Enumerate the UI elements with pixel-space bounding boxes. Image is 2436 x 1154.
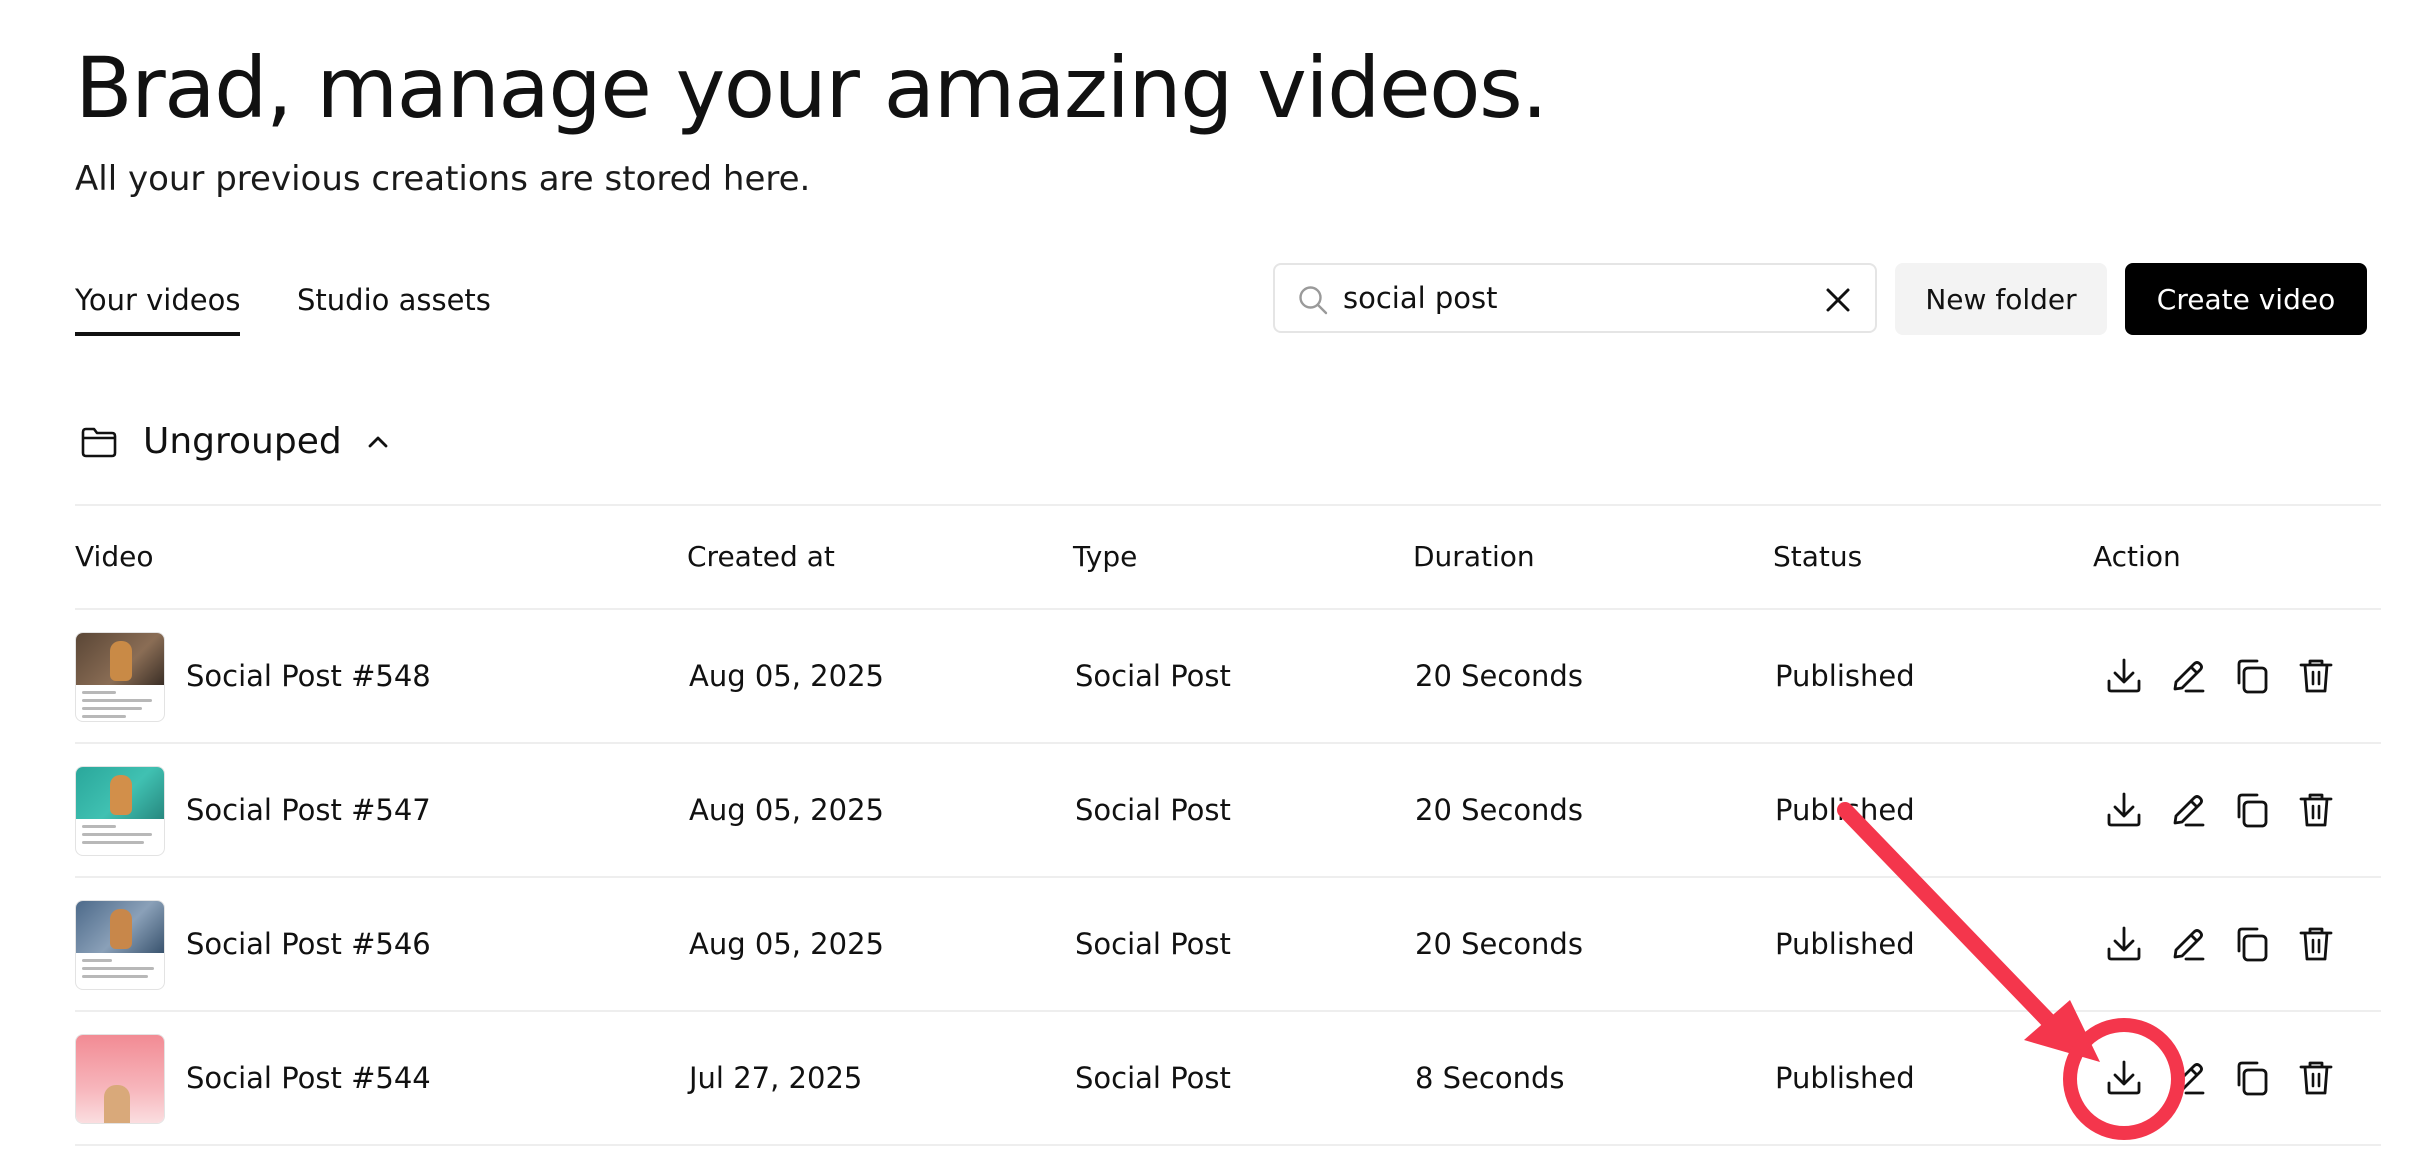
search-icon bbox=[1299, 286, 1328, 315]
status-label: Published bbox=[1775, 659, 1915, 693]
column-header-created-at: Created at bbox=[687, 540, 835, 573]
video-duration: 20 Seconds bbox=[1415, 659, 1583, 693]
video-name[interactable]: Social Post #548 bbox=[186, 653, 431, 699]
column-header-action: Action bbox=[2093, 540, 2181, 573]
search-input[interactable] bbox=[1343, 275, 1803, 321]
video-thumbnail[interactable] bbox=[75, 632, 165, 722]
column-header-status: Status bbox=[1773, 540, 1863, 573]
column-header-type: Type bbox=[1073, 540, 1138, 573]
video-duration: 20 Seconds bbox=[1415, 927, 1583, 961]
duplicate-icon[interactable] bbox=[2230, 1056, 2274, 1100]
new-folder-button[interactable]: New folder bbox=[1895, 263, 2107, 335]
created-at: Aug 05, 2025 bbox=[689, 659, 884, 693]
page-subtitle: All your previous creations are stored h… bbox=[75, 159, 811, 199]
tab-your-videos[interactable]: Your videos bbox=[75, 270, 241, 336]
status-label: Published bbox=[1775, 793, 1915, 827]
status-label: Published bbox=[1775, 927, 1915, 961]
table-row[interactable]: Social Post #544 Jul 27, 2025 Social Pos… bbox=[75, 1012, 2381, 1144]
delete-icon[interactable] bbox=[2294, 922, 2338, 966]
video-thumbnail[interactable] bbox=[75, 766, 165, 856]
status-label: Published bbox=[1775, 1061, 1915, 1095]
download-icon[interactable] bbox=[2102, 922, 2146, 966]
duplicate-icon[interactable] bbox=[2230, 922, 2274, 966]
folder-icon bbox=[81, 427, 117, 458]
video-duration: 20 Seconds bbox=[1415, 793, 1583, 827]
video-type: Social Post bbox=[1075, 793, 1231, 827]
video-type: Social Post bbox=[1075, 1061, 1231, 1095]
divider bbox=[75, 1144, 2381, 1146]
column-header-video: Video bbox=[75, 540, 154, 573]
edit-icon[interactable] bbox=[2166, 654, 2210, 698]
video-type: Social Post bbox=[1075, 927, 1231, 961]
page-title: Brad, manage your amazing videos. bbox=[75, 39, 1548, 137]
created-at: Jul 27, 2025 bbox=[689, 1061, 863, 1095]
table-row[interactable]: Social Post #548 Aug 05, 2025 Social Pos… bbox=[75, 610, 2381, 742]
download-icon[interactable] bbox=[2102, 654, 2146, 698]
video-name[interactable]: Social Post #544 bbox=[186, 1055, 431, 1101]
delete-icon[interactable] bbox=[2294, 788, 2338, 832]
delete-icon[interactable] bbox=[2294, 654, 2338, 698]
download-icon[interactable] bbox=[2102, 788, 2146, 832]
duplicate-icon[interactable] bbox=[2230, 654, 2274, 698]
column-header-duration: Duration bbox=[1413, 540, 1535, 573]
video-name[interactable]: Social Post #547 bbox=[186, 787, 431, 833]
video-thumbnail[interactable] bbox=[75, 900, 165, 990]
search-box bbox=[1273, 263, 1877, 333]
divider bbox=[75, 504, 2381, 506]
edit-icon[interactable] bbox=[2166, 922, 2210, 966]
chevron-up-icon[interactable] bbox=[365, 429, 391, 455]
create-video-button[interactable]: Create video bbox=[2125, 263, 2367, 335]
created-at: Aug 05, 2025 bbox=[689, 793, 884, 827]
edit-icon[interactable] bbox=[2166, 788, 2210, 832]
group-label: Ungrouped bbox=[143, 421, 342, 462]
video-duration: 8 Seconds bbox=[1415, 1061, 1565, 1095]
delete-icon[interactable] bbox=[2294, 1056, 2338, 1100]
duplicate-icon[interactable] bbox=[2230, 788, 2274, 832]
table-row[interactable]: Social Post #546 Aug 05, 2025 Social Pos… bbox=[75, 878, 2381, 1010]
close-icon[interactable] bbox=[1823, 285, 1853, 315]
video-thumbnail[interactable] bbox=[75, 1034, 165, 1124]
table-row[interactable]: Social Post #547 Aug 05, 2025 Social Pos… bbox=[75, 744, 2381, 876]
video-library-page: Brad, manage your amazing videos. All yo… bbox=[75, 0, 2381, 1154]
video-type: Social Post bbox=[1075, 659, 1231, 693]
download-icon[interactable] bbox=[2102, 1056, 2146, 1100]
tab-studio-assets[interactable]: Studio assets bbox=[297, 270, 491, 330]
video-name[interactable]: Social Post #546 bbox=[186, 921, 431, 967]
created-at: Aug 05, 2025 bbox=[689, 927, 884, 961]
edit-icon[interactable] bbox=[2166, 1056, 2210, 1100]
